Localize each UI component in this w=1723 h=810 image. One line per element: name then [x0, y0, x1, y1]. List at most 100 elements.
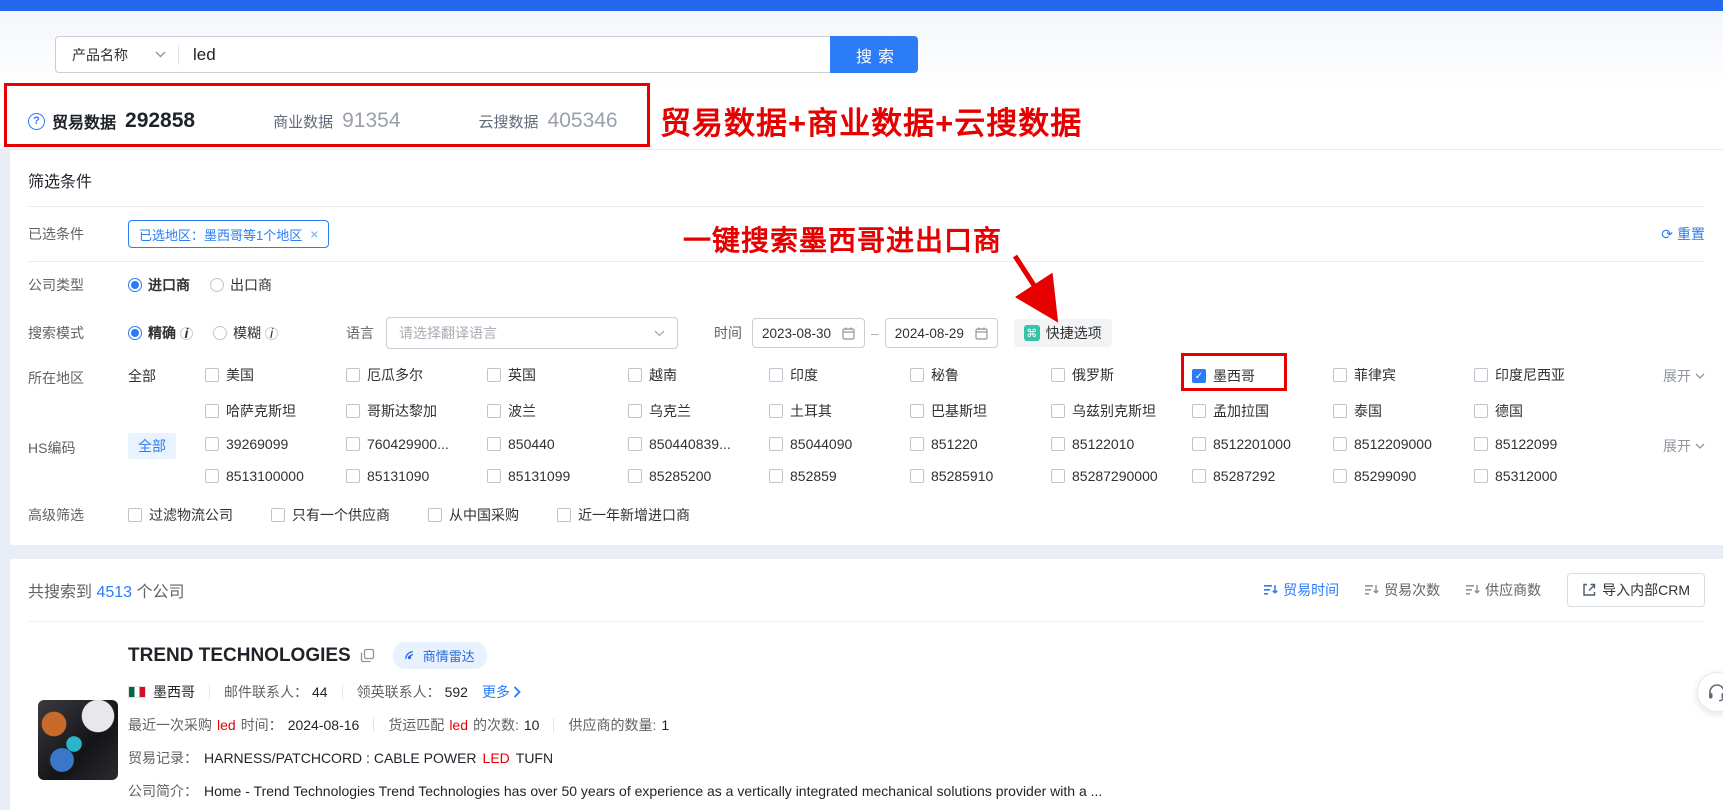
date-from-picker[interactable]: 2023-08-30 [752, 318, 865, 348]
date-from-value: 2023-08-30 [762, 326, 831, 341]
hs-option[interactable]: 852859 [769, 468, 837, 484]
region-option[interactable]: 越南 [628, 365, 677, 385]
hs-option[interactable]: 85287290000 [1051, 468, 1158, 484]
sort-icon [1365, 583, 1379, 597]
hs-grid: 全部 39269099 760429900... 850440 85044083… [128, 430, 1615, 494]
date-to-picker[interactable]: 2024-08-29 [885, 318, 998, 348]
region-option[interactable]: 乌克兰 [628, 401, 691, 421]
checkbox [1051, 404, 1065, 418]
search-category-dropdown[interactable]: 产品名称 [56, 45, 178, 65]
hs-option[interactable]: 85131099 [487, 468, 570, 484]
tab-count: 405346 [548, 109, 618, 133]
more-link[interactable]: 更多 [482, 682, 521, 702]
radio-exact[interactable]: 精确 i [128, 323, 193, 343]
advanced-option-buy-from-china[interactable]: 从中国采购 [428, 505, 519, 525]
hs-all[interactable]: 全部 [128, 433, 176, 459]
company-name[interactable]: TREND TECHNOLOGIES [128, 645, 351, 667]
hs-option[interactable]: 85044090 [769, 436, 852, 452]
region-option[interactable]: 英国 [487, 365, 536, 385]
region-option[interactable]: 孟加拉国 [1192, 401, 1269, 421]
language-select[interactable]: 请选择翻译语言 [386, 317, 678, 349]
region-option[interactable]: 印度 [769, 365, 818, 385]
hs-option[interactable]: 850440839... [628, 436, 731, 452]
hs-option[interactable]: 85122010 [1051, 436, 1134, 452]
region-option[interactable]: 哥斯达黎加 [346, 401, 437, 421]
close-icon[interactable]: × [310, 226, 318, 242]
tab-trade-data[interactable]: ? 贸易数据 292858 [28, 109, 195, 133]
sort-supplier-count[interactable]: 供应商数 [1466, 580, 1541, 600]
region-option[interactable]: 哈萨克斯坦 [205, 401, 296, 421]
selected-region-tag-text: 已选地区：墨西哥等1个地区 [139, 225, 302, 244]
radio-fuzzy[interactable]: 模糊 i [213, 323, 278, 343]
advanced-option-filter-logistics[interactable]: 过滤物流公司 [128, 505, 233, 525]
region-option[interactable]: 乌兹别克斯坦 [1051, 401, 1156, 421]
checkbox [1474, 404, 1488, 418]
page: 产品名称 搜索 ? 贸易数据 292858 商业数据 91354 云搜数据 40… [0, 0, 1723, 810]
selected-region-tag[interactable]: 已选地区：墨西哥等1个地区 × [128, 220, 329, 248]
hs-option[interactable]: 8513100000 [205, 468, 304, 484]
region-option[interactable]: 土耳其 [769, 401, 832, 421]
hs-option[interactable]: 760429900... [346, 436, 449, 452]
search-input[interactable] [179, 38, 830, 71]
sort-trade-time[interactable]: 贸易时间 [1264, 580, 1339, 600]
tab-label: 贸易数据 [52, 109, 116, 133]
reset-button[interactable]: ⟳ 重置 [1661, 224, 1705, 244]
checkbox [1051, 368, 1065, 382]
hs-option[interactable]: 85287292 [1192, 468, 1275, 484]
hs-option[interactable]: 850440 [487, 436, 555, 452]
hs-code-label: HS编码 [28, 430, 128, 458]
hs-option[interactable]: 85285910 [910, 468, 993, 484]
search-mode-label: 搜索模式 [28, 323, 128, 343]
radio-importer[interactable]: 进口商 [128, 275, 190, 295]
region-expand-button[interactable]: 展开 [1663, 366, 1705, 386]
business-radar-badge[interactable]: 商情雷达 [393, 642, 487, 669]
hs-option[interactable]: 85312000 [1474, 468, 1557, 484]
hs-option[interactable]: 85299090 [1333, 468, 1416, 484]
supplier-count-label: 供应商的数量: [568, 715, 656, 735]
advanced-option-single-supplier[interactable]: 只有一个供应商 [271, 505, 390, 525]
region-option[interactable]: 秘鲁 [910, 365, 959, 385]
email-contacts-count: 44 [312, 684, 328, 700]
company-meta-row: 墨西哥 邮件联系人： 44 领英联系人： 592 更多 [128, 682, 1705, 702]
import-crm-button[interactable]: 导入内部CRM [1567, 573, 1705, 607]
sort-icon [1466, 583, 1480, 597]
sort-trade-count[interactable]: 贸易次数 [1365, 580, 1440, 600]
tab-label: 云搜数据 [479, 111, 539, 132]
hs-option[interactable]: 85131090 [346, 468, 429, 484]
region-option[interactable]: 菲律宾 [1333, 365, 1396, 385]
region-option[interactable]: 俄罗斯 [1051, 365, 1114, 385]
region-row: 所在地区 全部 美国 厄瓜多尔 英国 越南 印度 秘鲁 俄罗斯 墨西哥 菲律宾 … [28, 358, 1705, 430]
search-button[interactable]: 搜索 [830, 36, 918, 73]
hs-option[interactable]: 8512209000 [1333, 436, 1432, 452]
hs-option[interactable]: 8512201000 [1192, 436, 1291, 452]
region-option[interactable]: 波兰 [487, 401, 536, 421]
hs-option[interactable]: 85285200 [628, 468, 711, 484]
region-option[interactable]: 厄瓜多尔 [346, 365, 423, 385]
hs-option[interactable]: 39269099 [205, 436, 288, 452]
region-option[interactable]: 美国 [205, 365, 254, 385]
checkbox [910, 469, 924, 483]
copy-icon[interactable] [360, 648, 375, 663]
quick-options-button[interactable]: ⌘ 快捷选项 [1014, 319, 1112, 347]
trade-record-label: 贸易记录： [128, 748, 198, 768]
advanced-option-new-importers[interactable]: 近一年新增进口商 [557, 505, 690, 525]
region-option[interactable]: 泰国 [1333, 401, 1382, 421]
checkbox [487, 368, 501, 382]
hs-option[interactable]: 851220 [910, 436, 978, 452]
language-placeholder: 请选择翻译语言 [399, 323, 497, 343]
tab-business-data[interactable]: 商业数据 91354 [273, 109, 400, 133]
region-all[interactable]: 全部 [128, 366, 205, 386]
import-crm-label: 导入内部CRM [1602, 580, 1690, 600]
chevron-right-icon [513, 686, 521, 698]
radio-exporter[interactable]: 出口商 [210, 275, 272, 295]
region-option-mexico[interactable]: 墨西哥 [1192, 366, 1255, 386]
checkbox [1474, 469, 1488, 483]
hs-option[interactable]: 85122099 [1474, 436, 1557, 452]
region-option[interactable]: 印度尼西亚 [1474, 365, 1565, 385]
hs-expand-button[interactable]: 展开 [1663, 436, 1705, 456]
tab-cloud-search-data[interactable]: 云搜数据 405346 [479, 109, 618, 133]
advanced-filter-label: 高级筛选 [28, 505, 128, 525]
region-option[interactable]: 巴基斯坦 [910, 401, 987, 421]
company-thumbnail[interactable] [38, 700, 118, 780]
region-option[interactable]: 德国 [1474, 401, 1523, 421]
